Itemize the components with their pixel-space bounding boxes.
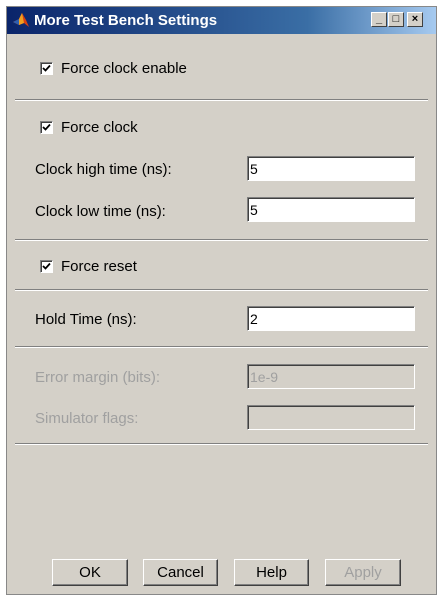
simulator-flags-label: Simulator flags: — [35, 410, 139, 427]
separator — [15, 99, 428, 101]
error-margin-label: Error margin (bits): — [35, 369, 161, 386]
force-clock-label: Force clock — [61, 119, 138, 136]
checkmark-icon — [42, 262, 51, 270]
clock-high-time-label: Clock high time (ns): — [35, 161, 172, 178]
window-title: More Test Bench Settings — [34, 12, 218, 29]
matlab-icon — [12, 11, 30, 29]
ok-button[interactable]: OK — [52, 559, 128, 586]
title-bar[interactable]: More Test Bench Settings _ □ × — [7, 7, 436, 34]
clock-low-time-input[interactable] — [247, 197, 415, 222]
clock-high-time-input[interactable] — [247, 156, 415, 181]
cancel-button[interactable]: Cancel — [143, 559, 218, 586]
minimize-button[interactable]: _ — [371, 12, 387, 27]
minimize-icon: _ — [375, 13, 383, 25]
apply-button[interactable]: Apply — [325, 559, 401, 586]
force-clock-checkbox[interactable] — [40, 121, 53, 134]
force-clock-enable-checkbox[interactable] — [40, 62, 53, 75]
dialog-window: More Test Bench Settings _ □ × Force clo… — [6, 6, 437, 595]
maximize-icon: □ — [392, 13, 400, 25]
close-button[interactable]: × — [407, 12, 423, 27]
hold-time-input[interactable] — [247, 306, 415, 331]
error-margin-input[interactable] — [247, 364, 415, 389]
clock-low-time-label: Clock low time (ns): — [35, 203, 166, 220]
checkmark-icon — [42, 123, 51, 131]
maximize-button[interactable]: □ — [388, 12, 404, 27]
hold-time-label: Hold Time (ns): — [35, 311, 137, 328]
separator — [15, 239, 428, 241]
help-button[interactable]: Help — [234, 559, 309, 586]
force-reset-checkbox[interactable] — [40, 260, 53, 273]
close-icon: × — [411, 13, 419, 25]
simulator-flags-input[interactable] — [247, 405, 415, 430]
separator — [15, 289, 428, 291]
force-clock-enable-label: Force clock enable — [61, 60, 187, 77]
force-reset-label: Force reset — [61, 258, 137, 275]
checkmark-icon — [42, 64, 51, 72]
separator — [15, 443, 428, 445]
separator — [15, 346, 428, 348]
